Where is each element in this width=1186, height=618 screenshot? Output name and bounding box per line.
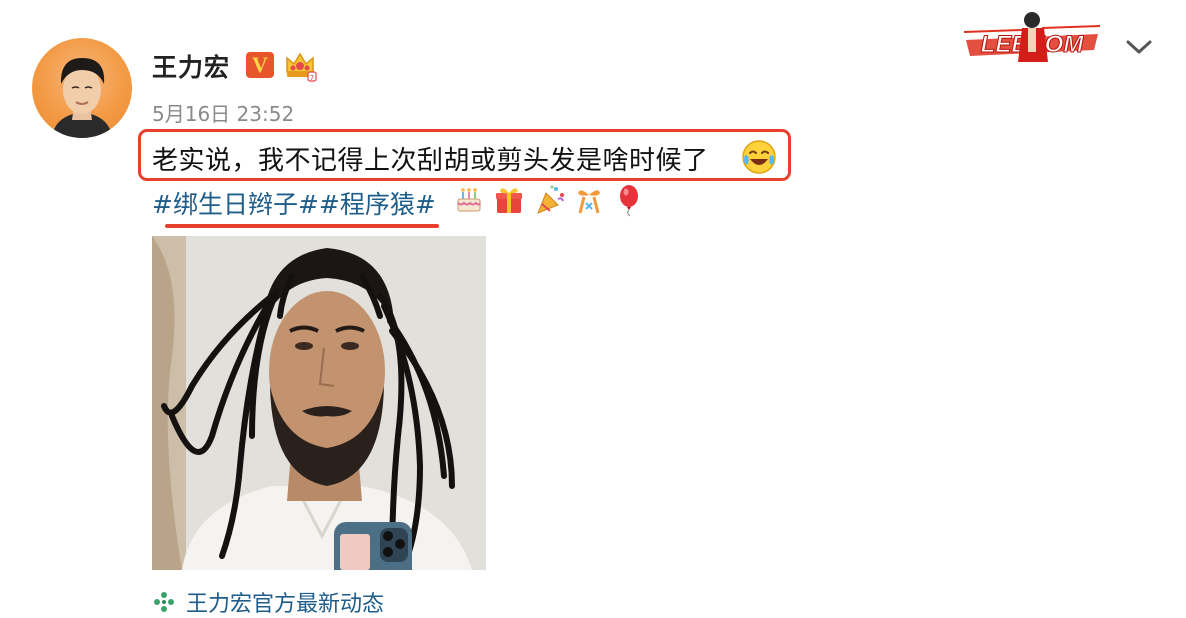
crown-icon: 7: [286, 52, 317, 82]
laughing-tears-icon: [742, 140, 776, 174]
leehom-logo[interactable]: LEEHOM: [962, 6, 1102, 70]
cake-icon: [457, 188, 481, 212]
party-popper-icon: [537, 185, 564, 214]
post-timestamp[interactable]: 5月16日 23:52: [152, 98, 294, 127]
post-text: 老实说，我不记得上次刮胡或剪头发是啥时候了: [152, 146, 709, 176]
singer-silhouette-icon: [1018, 12, 1048, 62]
source-label: 王力宏官方最新动态: [186, 592, 385, 617]
post-source[interactable]: 王力宏官方最新动态: [152, 586, 384, 618]
hashtag-links[interactable]: #绑生日辫子##程序猿#: [152, 185, 436, 221]
gift-icon: [496, 188, 522, 213]
post-photo[interactable]: [152, 236, 486, 570]
author-avatar[interactable]: [32, 38, 132, 138]
verified-icon: V: [246, 52, 274, 78]
hashtag-underline: [165, 224, 439, 228]
selfie-with-braids-photo: [152, 236, 486, 570]
ribbon-gift-icon: [578, 190, 600, 214]
svg-text:7: 7: [310, 74, 314, 82]
balloon-icon: [620, 185, 638, 217]
avatar-portrait: [52, 58, 112, 138]
chevron-down-icon[interactable]: [1124, 36, 1154, 58]
author-name[interactable]: 王力宏: [152, 48, 230, 84]
source-app-icon: [154, 592, 174, 612]
emoji-row: [452, 183, 646, 219]
